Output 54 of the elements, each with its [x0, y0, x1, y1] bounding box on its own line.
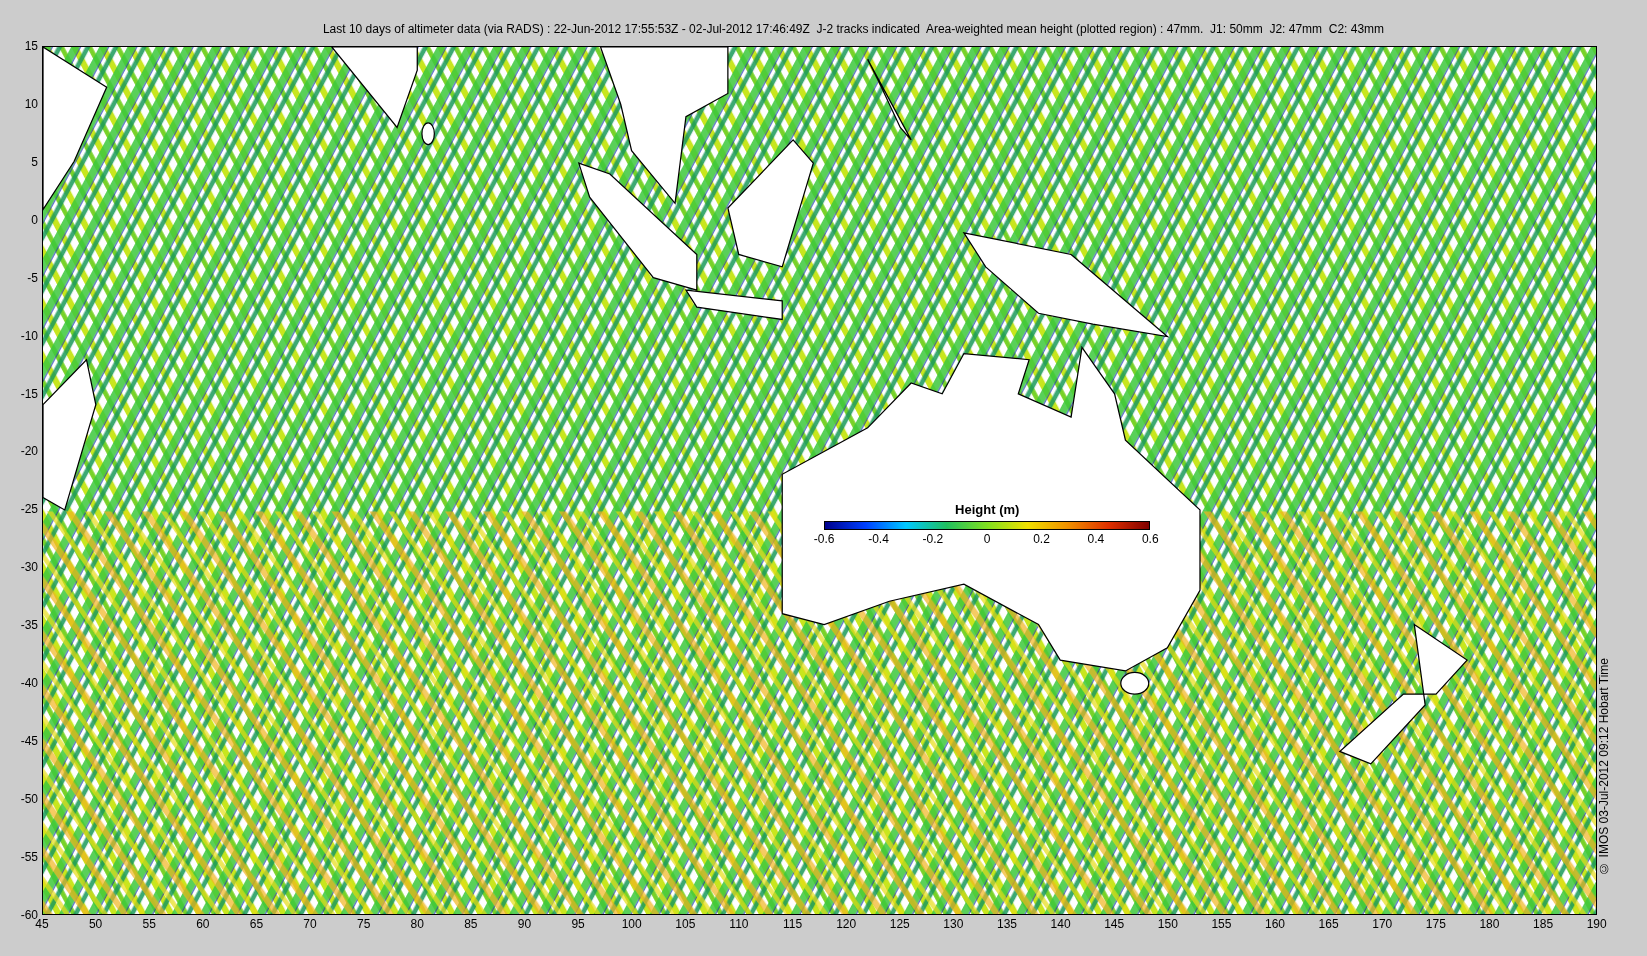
y-tick-label: -5 [26, 270, 39, 285]
y-tick-label: -45 [19, 734, 39, 749]
x-tick-label: 130 [942, 917, 965, 931]
x-tick-label: 170 [1371, 917, 1394, 931]
x-tick-label: 190 [1585, 917, 1608, 931]
x-tick-label: 70 [302, 917, 318, 931]
colorbar-tick-label: -0.2 [921, 532, 945, 547]
y-tick-label: -55 [19, 849, 39, 864]
x-tick-label: 120 [835, 917, 858, 931]
x-tick-label: 80 [409, 917, 425, 931]
y-tick-label: -10 [19, 328, 39, 343]
colorbar-tick-label: 0.2 [1032, 532, 1051, 547]
colorbar-tick-label: 0 [982, 532, 992, 547]
x-tick-label: 125 [888, 917, 911, 931]
x-tick-label: 65 [248, 917, 265, 931]
colorbar-title: Height (m) [955, 502, 1020, 518]
x-tick-label: 95 [570, 917, 586, 931]
x-tick-label: 150 [1156, 917, 1179, 931]
colorbar-tick-label: -0.4 [867, 532, 890, 547]
colorbar-tick-label: 0.6 [1140, 532, 1160, 547]
x-tick-label: 145 [1103, 917, 1126, 931]
x-tick-label: 115 [781, 917, 804, 931]
colorbar-tick-label: 0.4 [1086, 532, 1106, 547]
x-tick-label: 105 [674, 917, 697, 931]
x-tick-label: 50 [87, 917, 104, 931]
x-tick-label: 110 [728, 917, 750, 931]
x-tick-label: 180 [1478, 917, 1501, 931]
y-tick-label: -30 [19, 560, 39, 575]
x-tick-label: 75 [355, 917, 372, 931]
y-tick-label: 0 [30, 212, 39, 227]
x-tick-label: 155 [1210, 917, 1233, 931]
y-tick-label: -25 [19, 502, 39, 517]
x-tick-label: 100 [620, 917, 643, 931]
x-tick-label: 160 [1264, 917, 1287, 931]
y-tick-label: -50 [19, 792, 39, 806]
x-tick-label: 85 [463, 917, 479, 931]
y-tick-label: -40 [19, 676, 39, 691]
x-tick-label: 165 [1317, 917, 1340, 931]
credit-text: © IMOS 03-Jul-2012 09:12 Hobart Time [1597, 658, 1612, 875]
y-tick-label: -35 [19, 618, 39, 633]
y-tick-label: 5 [30, 154, 39, 169]
y-tick-label: -20 [19, 444, 39, 459]
x-tick-label: 140 [1049, 917, 1072, 931]
plot-title: Last 10 days of altimeter data (via RADS) : 22-Jun-2012 17:55:53Z - 02-Jul-2012 17:46:49Z J-2 tracks indicated Area-weighted mean height (plotted region) : 47mm. J1: 50mm J2: 47mm C2: 43mm [322, 22, 1385, 36]
x-tick-label: 90 [516, 917, 533, 931]
colorbar-tick-label: -0.6 [812, 532, 836, 547]
x-tick-label: 185 [1532, 917, 1555, 931]
y-tick-label: -15 [19, 386, 39, 401]
y-tick-label: 10 [23, 96, 39, 111]
x-tick-label: 55 [141, 917, 157, 931]
x-tick-label: 60 [195, 917, 211, 931]
x-tick-label: 135 [995, 917, 1018, 931]
y-tick-label: 15 [23, 39, 39, 53]
x-tick-label: 175 [1424, 917, 1447, 931]
